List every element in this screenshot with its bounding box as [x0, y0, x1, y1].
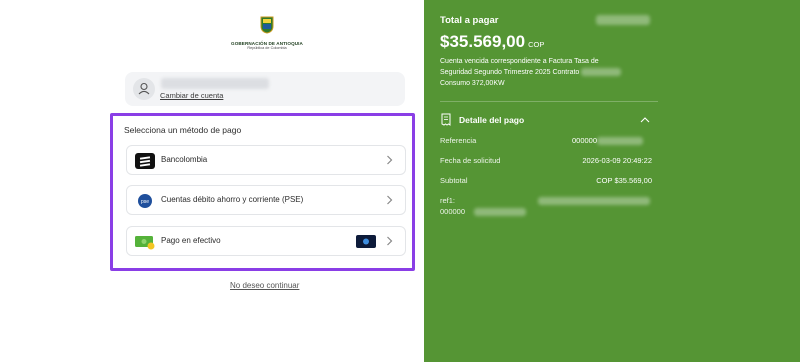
- cash-icon: [135, 236, 155, 250]
- chevron-right-icon: [387, 155, 393, 165]
- chevron-right-icon: [387, 195, 393, 205]
- user-icon: [138, 82, 150, 95]
- description-line-1: Cuenta vencida correspondiente a Factura…: [440, 58, 599, 65]
- change-account-link[interactable]: Cambiar de cuenta: [160, 91, 223, 100]
- detail-label: Fecha de solicitud: [440, 156, 501, 165]
- method-bancolombia[interactable]: Bancolombia: [126, 145, 406, 175]
- detail-label: Subtotal: [440, 176, 468, 185]
- chevron-up-icon: [640, 117, 650, 123]
- bancolombia-icon: [135, 153, 155, 169]
- detail-toggle[interactable]: Detalle del pago: [440, 113, 650, 127]
- receipt-icon: [441, 113, 451, 126]
- redacted-field: [474, 208, 526, 216]
- cancel-link[interactable]: No deseo continuar: [230, 281, 299, 290]
- detail-label: Referencia: [440, 136, 477, 145]
- method-label: Pago en efectivo: [161, 236, 221, 245]
- method-pse[interactable]: pse Cuentas débito ahorro y corriente (P…: [126, 185, 406, 215]
- ref1-value: 000000: [440, 207, 466, 216]
- redacted-field: [597, 137, 644, 146]
- pse-icon: pse: [138, 194, 152, 208]
- description-line-2: Seguridad Segundo Trimestre 2025 Contrat…: [440, 69, 580, 76]
- currency-code: COP: [528, 40, 545, 49]
- payment-summary-panel: Total a pagar $35.569,00 COP Cuenta venci…: [424, 0, 800, 362]
- shield-icon: [260, 16, 274, 34]
- reference-value: 000000: [572, 136, 598, 145]
- method-cash[interactable]: Pago en efectivo: [126, 226, 406, 256]
- redacted-field: [581, 68, 622, 77]
- payment-methods-title: Selecciona un método de pago: [124, 125, 242, 135]
- detail-value: 2026-03-09 20:49:22: [582, 156, 652, 165]
- user-name-redacted: [161, 78, 269, 89]
- method-label: Bancolombia: [161, 155, 208, 164]
- amount-value: $35.569,00: [440, 32, 526, 51]
- org-logo: GOBERNACIÓN DE ANTIOQUIA República de Co…: [230, 16, 304, 52]
- user-card: [125, 72, 405, 106]
- detail-title: Detalle del pago: [459, 115, 525, 125]
- detail-value: COP $35.569,00: [596, 176, 652, 185]
- detail-label: ref1:: [440, 196, 456, 205]
- description-line-3: Consumo 372,00KW: [440, 80, 505, 87]
- total-amount: $35.569,00 COP: [440, 32, 544, 52]
- avatar: [133, 78, 155, 100]
- total-label: Total a pagar: [440, 15, 499, 26]
- chevron-right-icon: [387, 236, 393, 246]
- redacted-field: [538, 197, 650, 205]
- method-label: Cuentas débito ahorro y corriente (PSE): [161, 195, 304, 204]
- detail-value: 000000: [572, 136, 644, 146]
- redacted-field: [596, 15, 650, 25]
- org-subtitle: República de Colombia: [247, 46, 287, 51]
- cash-provider-logo-icon: [356, 235, 376, 248]
- description-line-2-row: Seguridad Segundo Trimestre 2025 Contrat…: [440, 67, 640, 78]
- left-pane: GOBERNACIÓN DE ANTIOQUIA República de Co…: [0, 0, 424, 362]
- payment-description: Cuenta vencida correspondiente a Factura…: [440, 56, 640, 89]
- svg-text:pse: pse: [141, 199, 149, 205]
- divider: [440, 101, 658, 102]
